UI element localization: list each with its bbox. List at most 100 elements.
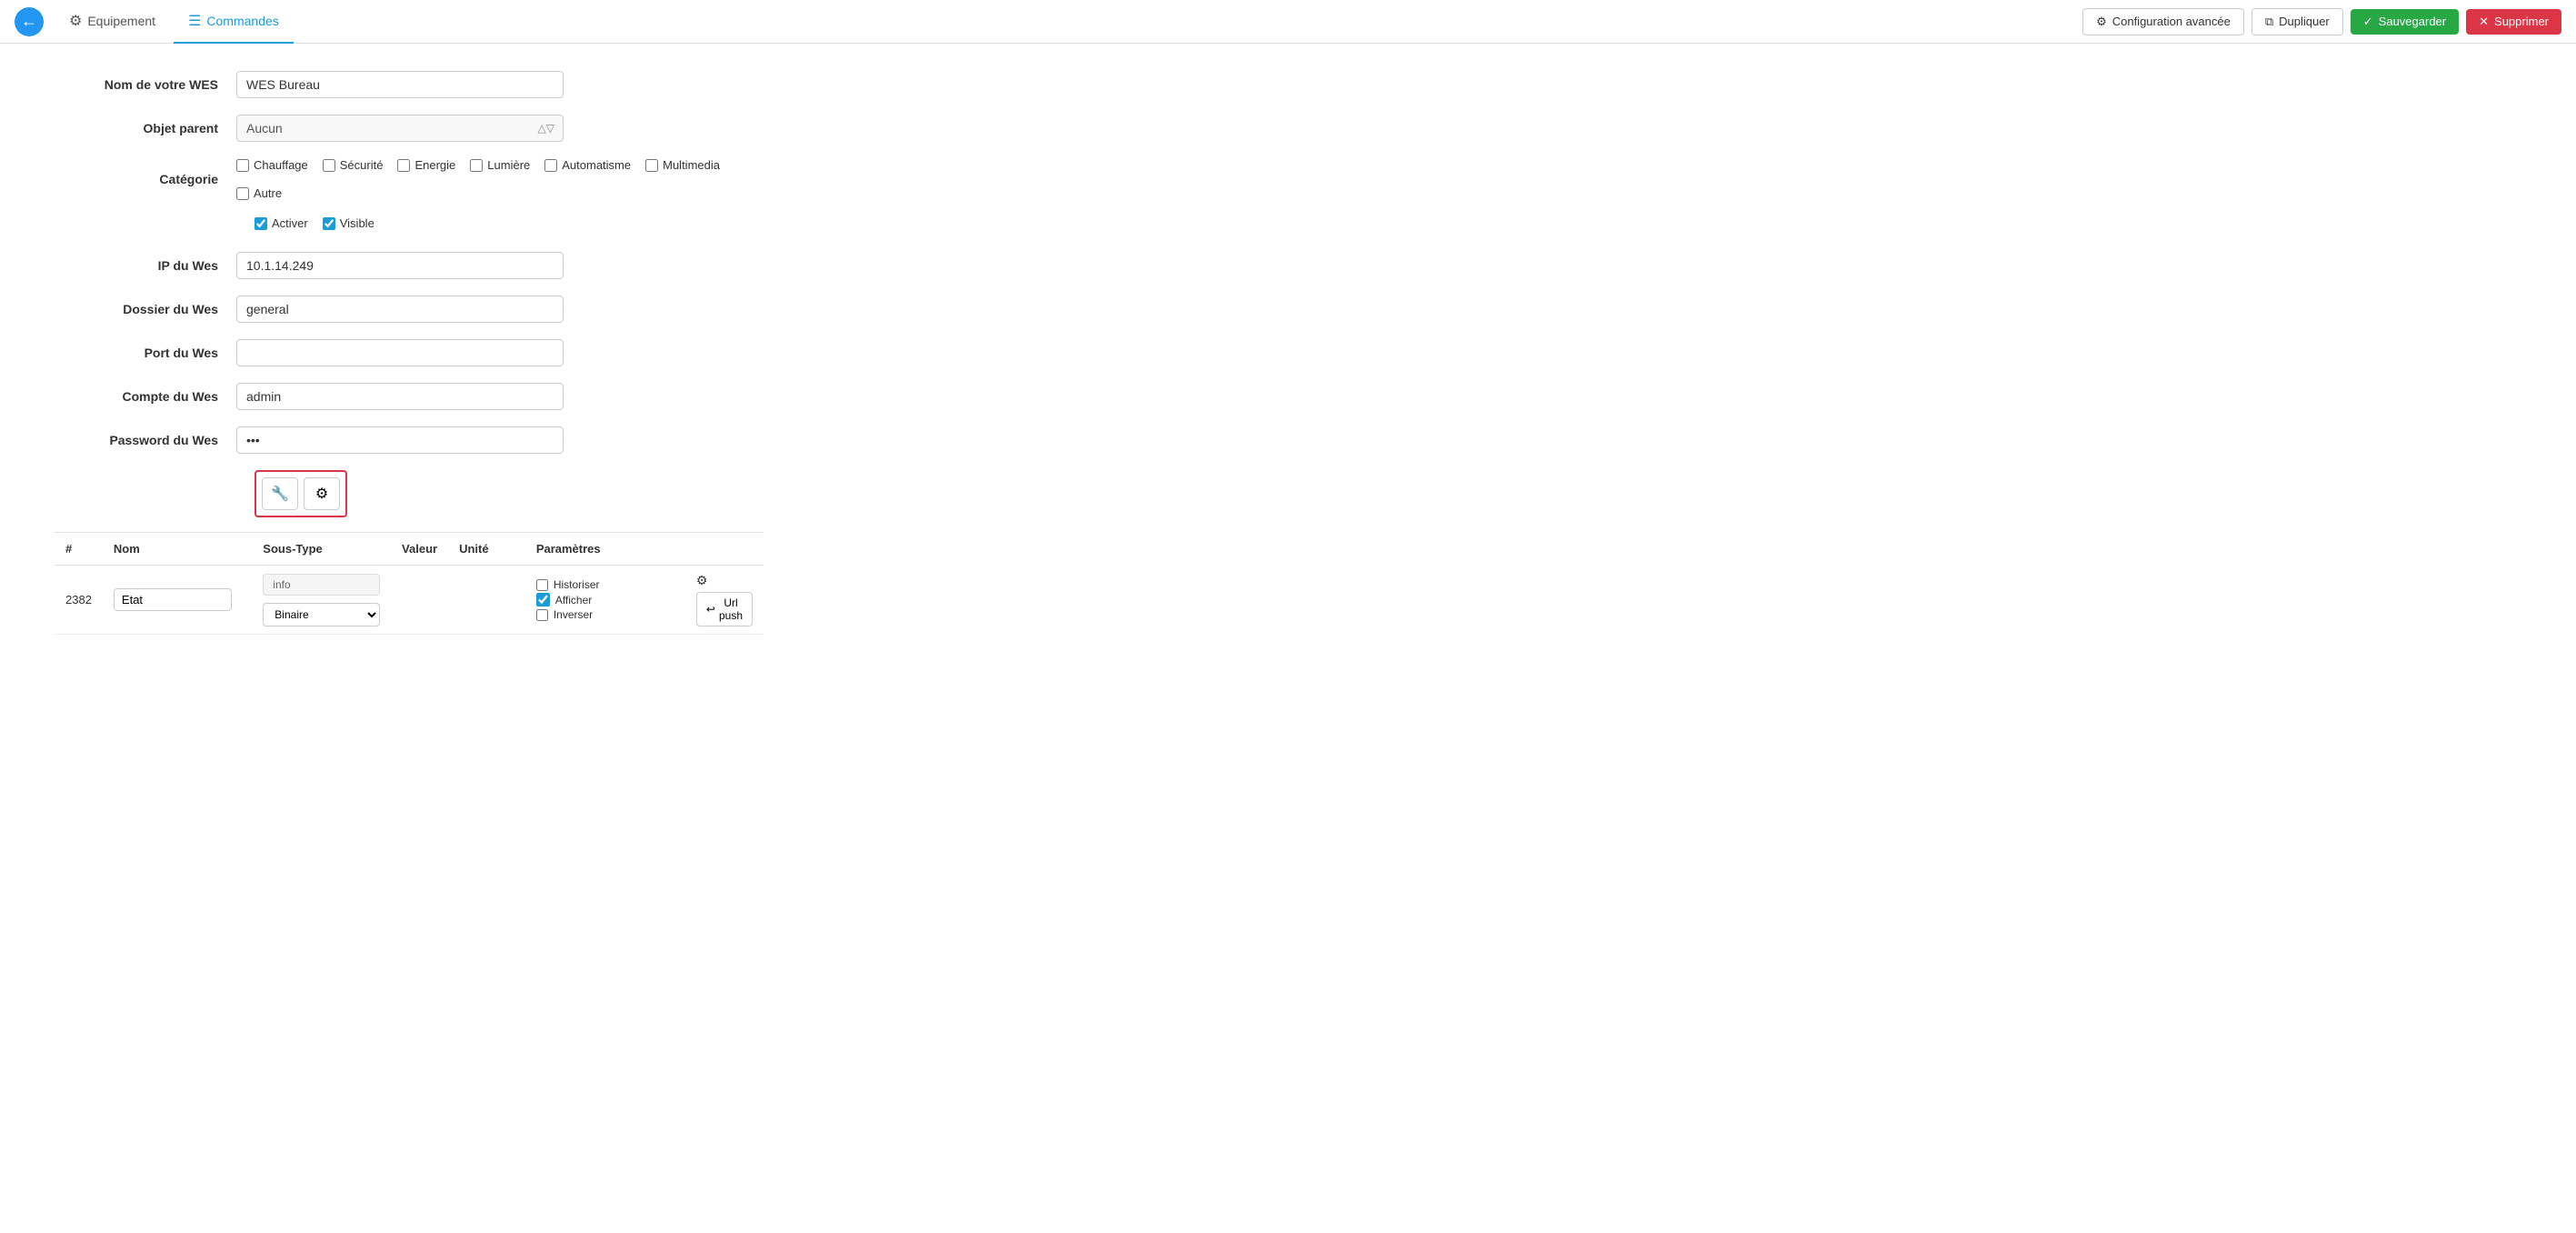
config-avancee-label: Configuration avancée [2112, 15, 2231, 28]
row-id: 2382 [55, 566, 103, 635]
equipement-tab-icon: ⚙ [69, 12, 82, 30]
afficher-checkbox[interactable] [536, 593, 550, 606]
sauvegarder-button[interactable]: ✓ Sauvegarder [2351, 9, 2459, 35]
params-list: Historiser Afficher Inverser [536, 578, 674, 621]
commandes-tab-icon: ☰ [188, 12, 201, 30]
dossier-wes-input[interactable] [236, 296, 564, 323]
config-icon: ⚙ [2096, 15, 2107, 29]
ip-wes-group: IP du Wes [55, 252, 764, 279]
historiser-label: Historiser [554, 578, 600, 591]
categorie-automatisme[interactable]: Automatisme [544, 158, 631, 172]
port-wes-label: Port du Wes [55, 346, 236, 360]
visible-checkbox[interactable] [323, 217, 335, 230]
chauffage-label: Chauffage [254, 158, 308, 172]
table-header-row: # Nom Sous-Type Valeur Unité Paramètres [55, 533, 764, 566]
password-wes-group: Password du Wes [55, 426, 764, 454]
url-push-button[interactable]: ↩ Url push [696, 592, 753, 627]
activer-label: Activer [272, 216, 308, 230]
config-avancee-button[interactable]: ⚙ Configuration avancée [2082, 8, 2244, 35]
back-button[interactable]: ← [15, 7, 44, 36]
soustype-select[interactable]: Binaire Numérique Autre [263, 603, 380, 627]
compte-wes-label: Compte du Wes [55, 389, 236, 404]
port-wes-input[interactable] [236, 339, 564, 366]
col-valeur: Valeur [391, 533, 448, 566]
compte-wes-input[interactable] [236, 383, 564, 410]
tab-equipement[interactable]: ⚙ Equipement [55, 0, 170, 44]
categorie-lumiere[interactable]: Lumière [470, 158, 530, 172]
category-options: Chauffage Sécurité Energie Lumière Autom… [236, 158, 764, 200]
objet-parent-label: Objet parent [55, 121, 236, 135]
objet-parent-select[interactable]: Aucun [236, 115, 564, 142]
nom-wes-group: Nom de votre WES [55, 71, 764, 98]
wrench-button[interactable]: 🔧 [262, 477, 298, 510]
dossier-wes-label: Dossier du Wes [55, 302, 236, 316]
dossier-wes-group: Dossier du Wes [55, 296, 764, 323]
autre-label: Autre [254, 186, 282, 200]
row-unite [448, 566, 525, 635]
tab-equipement-label: Equipement [87, 14, 155, 28]
energie-label: Energie [414, 158, 455, 172]
param-historiser[interactable]: Historiser [536, 578, 674, 591]
multimedia-checkbox[interactable] [645, 159, 658, 172]
inverser-label: Inverser [554, 608, 593, 621]
securite-checkbox[interactable] [323, 159, 335, 172]
supprimer-button[interactable]: ✕ Supprimer [2466, 9, 2561, 35]
categorie-multimedia[interactable]: Multimedia [645, 158, 720, 172]
sauvegarder-label: Sauvegarder [2379, 15, 2446, 28]
soustype-cell: info Binaire Numérique Autre [263, 574, 380, 627]
wrench-icon: 🔧 [271, 485, 289, 503]
url-push-icon: ↩ [706, 603, 715, 616]
commands-table: # Nom Sous-Type Valeur Unité Paramètres … [55, 532, 764, 635]
port-wes-group: Port du Wes [55, 339, 764, 366]
energie-checkbox[interactable] [397, 159, 410, 172]
historiser-checkbox[interactable] [536, 579, 548, 591]
param-afficher[interactable]: Afficher [536, 593, 674, 606]
chauffage-checkbox[interactable] [236, 159, 249, 172]
tab-commandes[interactable]: ☰ Commandes [174, 0, 294, 44]
categorie-energie[interactable]: Energie [397, 158, 455, 172]
lumiere-checkbox[interactable] [470, 159, 483, 172]
nom-wes-input[interactable] [236, 71, 564, 98]
col-unite: Unité [448, 533, 525, 566]
categorie-autre[interactable]: Autre [236, 186, 282, 200]
row-params: Historiser Afficher Inverser [525, 566, 685, 635]
multimedia-label: Multimedia [663, 158, 720, 172]
password-wes-input[interactable] [236, 426, 564, 454]
gear-icon: ⚙ [315, 485, 328, 503]
soustype-badge: info [263, 574, 380, 596]
tab-commandes-label: Commandes [206, 14, 278, 28]
objet-parent-select-wrapper: Aucun △▽ [236, 115, 564, 142]
dupliquer-button[interactable]: ⧉ Dupliquer [2252, 8, 2343, 35]
top-bar: ← ⚙ Equipement ☰ Commandes ⚙ Configurati… [0, 0, 2576, 44]
back-icon: ← [21, 12, 37, 31]
automatisme-checkbox[interactable] [544, 159, 557, 172]
main-content: Nom de votre WES Objet parent Aucun △▽ C… [0, 44, 818, 662]
gear-button[interactable]: ⚙ [304, 477, 340, 510]
activer-checkbox[interactable] [255, 217, 267, 230]
col-nom: Nom [103, 533, 252, 566]
row-gear-icon: ⚙ [696, 573, 708, 588]
visible-item[interactable]: Visible [323, 216, 374, 230]
nom-wes-label: Nom de votre WES [55, 77, 236, 92]
inverser-checkbox[interactable] [536, 609, 548, 621]
categorie-chauffage[interactable]: Chauffage [236, 158, 308, 172]
categorie-securite[interactable]: Sécurité [323, 158, 384, 172]
ip-wes-input[interactable] [236, 252, 564, 279]
col-soustype: Sous-Type [252, 533, 391, 566]
nom-input[interactable] [114, 588, 232, 611]
securite-label: Sécurité [340, 158, 384, 172]
activer-item[interactable]: Activer [255, 216, 308, 230]
row-actions: ⚙ ↩ Url push [685, 566, 764, 635]
url-push-label: Url push [719, 596, 743, 622]
row-valeur [391, 566, 448, 635]
activer-visible-row: Activer Visible [255, 216, 764, 230]
visible-label: Visible [340, 216, 374, 230]
autre-checkbox[interactable] [236, 187, 249, 200]
delete-icon: ✕ [2479, 15, 2489, 29]
supprimer-label: Supprimer [2494, 15, 2549, 28]
afficher-label: Afficher [555, 594, 592, 606]
param-inverser[interactable]: Inverser [536, 608, 674, 621]
password-wes-label: Password du Wes [55, 433, 236, 447]
ip-wes-label: IP du Wes [55, 258, 236, 273]
row-soustype: info Binaire Numérique Autre [252, 566, 391, 635]
